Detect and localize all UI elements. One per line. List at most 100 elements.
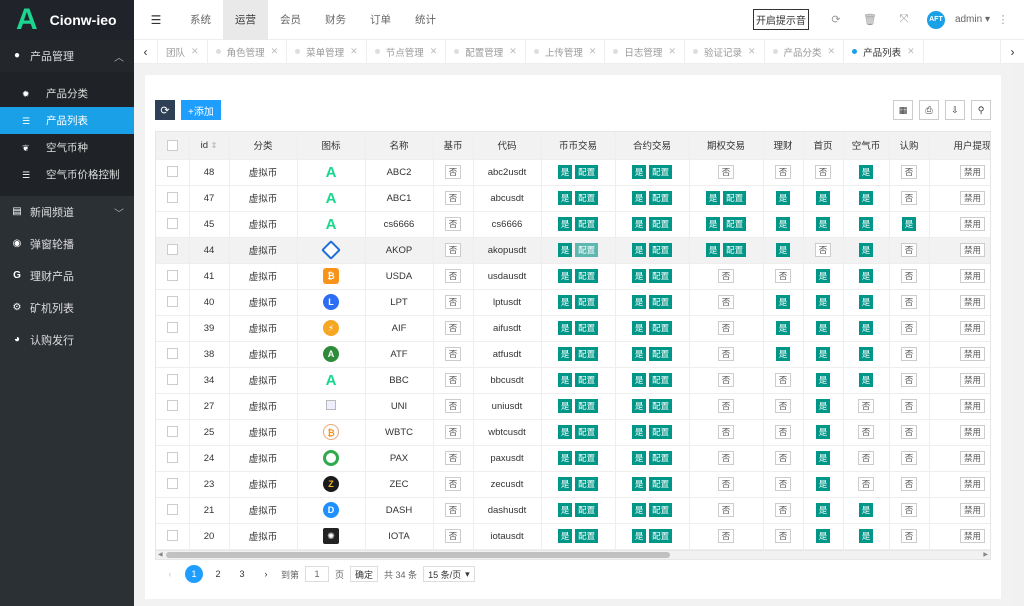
table-row[interactable]: 48 虚拟币 A ABC2 否 abc2usdt 是 配置是 配置否否否是否禁用 <box>156 159 990 186</box>
config-button[interactable]: 配置 <box>723 191 747 205</box>
table-row[interactable]: 20 虚拟币 ✺ IOTA 否 iotausdt 是 配置是 配置否否是是否禁用 <box>156 523 990 550</box>
no-toggle[interactable]: 否 <box>717 529 735 543</box>
yes-toggle[interactable]: 是 <box>631 269 647 283</box>
no-toggle[interactable]: 否 <box>774 165 792 179</box>
horizontal-scrollbar[interactable]: ◀ ▶ <box>156 550 990 559</box>
config-button[interactable]: 配置 <box>575 477 599 491</box>
yes-toggle[interactable]: 是 <box>631 451 647 465</box>
config-button[interactable]: 配置 <box>723 243 747 257</box>
search-icon[interactable]: ⚲ <box>971 100 991 120</box>
yes-toggle[interactable]: 是 <box>815 451 831 465</box>
config-button[interactable]: 配置 <box>649 165 673 179</box>
close-icon[interactable]: ✕ <box>828 46 836 57</box>
sidebar-subitem-air-coin[interactable]: ❦ 空气币种 <box>0 134 134 161</box>
no-toggle[interactable]: 否 <box>900 503 918 517</box>
yes-toggle[interactable]: 是 <box>858 347 874 361</box>
disable-button[interactable]: 禁用 <box>959 295 985 309</box>
config-button[interactable]: 配置 <box>575 217 599 231</box>
yes-toggle[interactable]: 是 <box>557 425 573 439</box>
no-toggle[interactable]: 否 <box>900 347 918 361</box>
row-checkbox[interactable] <box>156 211 190 238</box>
top-nav-stats[interactable]: 统计 <box>403 0 448 40</box>
disable-button[interactable]: 禁用 <box>959 191 985 205</box>
no-toggle[interactable]: 否 <box>717 269 735 283</box>
table-row[interactable]: 25 虚拟币 ₿ WBTC 否 wbtcusdt 是 配置是 配置否否是否否禁用 <box>156 419 990 446</box>
config-button[interactable]: 配置 <box>723 217 747 231</box>
scrollbar-thumb[interactable] <box>166 552 670 558</box>
no-toggle[interactable]: 否 <box>444 503 462 517</box>
yes-toggle[interactable]: 是 <box>557 295 573 309</box>
yes-toggle[interactable]: 是 <box>858 529 874 543</box>
tab-nodes[interactable]: 节点管理 ✕ <box>367 39 447 64</box>
no-toggle[interactable]: 否 <box>717 373 735 387</box>
table-row[interactable]: 39 虚拟币 ⚡ AIF 否 aifusdt 是 配置是 配置否是是是否禁用 <box>156 315 990 342</box>
table-row[interactable]: 45 虚拟币 Acs6666 否 cs6666 是 配置是 配置是 配置是是是是禁用 <box>156 211 990 238</box>
sidebar-item-news[interactable]: ▤ 新闻频道 ﹀ <box>0 196 134 228</box>
row-checkbox[interactable] <box>156 315 190 342</box>
no-toggle[interactable]: 否 <box>774 529 792 543</box>
yes-toggle[interactable]: 是 <box>705 217 721 231</box>
no-toggle[interactable]: 否 <box>900 399 918 413</box>
yes-toggle[interactable]: 是 <box>775 321 791 335</box>
yes-toggle[interactable]: 是 <box>557 529 573 543</box>
no-toggle[interactable]: 否 <box>717 477 735 491</box>
row-checkbox[interactable] <box>156 393 190 420</box>
yes-toggle[interactable]: 是 <box>557 165 573 179</box>
yes-toggle[interactable]: 是 <box>557 477 573 491</box>
per-page-select[interactable]: 15 条/页 ▾ <box>423 566 475 582</box>
yes-toggle[interactable]: 是 <box>557 451 573 465</box>
no-toggle[interactable]: 否 <box>444 191 462 205</box>
close-icon[interactable]: ✕ <box>907 46 915 57</box>
yes-toggle[interactable]: 是 <box>775 243 791 257</box>
row-checkbox[interactable] <box>156 445 190 472</box>
yes-toggle[interactable]: 是 <box>557 269 573 283</box>
yes-toggle[interactable]: 是 <box>815 529 831 543</box>
disable-button[interactable]: 禁用 <box>959 425 985 439</box>
menu-toggle-icon[interactable]: ☰ <box>134 0 178 40</box>
disable-button[interactable]: 禁用 <box>959 451 985 465</box>
no-toggle[interactable]: 否 <box>900 477 918 491</box>
no-toggle[interactable]: 否 <box>444 451 462 465</box>
no-toggle[interactable]: 否 <box>774 503 792 517</box>
config-button[interactable]: 配置 <box>649 425 673 439</box>
yes-toggle[interactable]: 是 <box>631 529 647 543</box>
table-row[interactable]: 27 虚拟币 UNI 否 uniusdt 是 配置是 配置否否是否否禁用 <box>156 393 990 420</box>
config-button[interactable]: 配置 <box>649 269 673 283</box>
yes-toggle[interactable]: 是 <box>858 503 874 517</box>
config-button[interactable]: 配置 <box>649 529 673 543</box>
config-button[interactable]: 配置 <box>575 321 599 335</box>
refresh-button[interactable]: ⟳ <box>155 100 175 120</box>
no-toggle[interactable]: 否 <box>857 451 875 465</box>
no-toggle[interactable]: 否 <box>900 269 918 283</box>
yes-toggle[interactable]: 是 <box>557 217 573 231</box>
tab-scroll-left-icon[interactable]: ‹ <box>134 39 158 64</box>
tab-config[interactable]: 配置管理 ✕ <box>446 39 526 64</box>
row-checkbox[interactable] <box>156 159 190 186</box>
close-icon[interactable]: ✕ <box>668 46 676 57</box>
close-icon[interactable]: ✕ <box>589 46 597 57</box>
sort-icon[interactable]: ⇕ <box>211 141 218 150</box>
yes-toggle[interactable]: 是 <box>705 191 721 205</box>
yes-toggle[interactable]: 是 <box>631 243 647 257</box>
yes-toggle[interactable]: 是 <box>775 217 791 231</box>
yes-toggle[interactable]: 是 <box>815 477 831 491</box>
no-toggle[interactable]: 否 <box>900 191 918 205</box>
row-checkbox[interactable] <box>156 341 190 368</box>
tab-product-category[interactable]: 产品分类 ✕ <box>765 39 845 64</box>
config-button[interactable]: 配置 <box>649 321 673 335</box>
sidebar-subitem-product-list[interactable]: ☰ 产品列表 <box>0 107 134 134</box>
config-button[interactable]: 配置 <box>575 165 599 179</box>
row-checkbox[interactable] <box>156 523 190 550</box>
page-3[interactable]: 3 <box>233 565 251 583</box>
yes-toggle[interactable]: 是 <box>858 269 874 283</box>
config-button[interactable]: 配置 <box>575 451 599 465</box>
top-nav-members[interactable]: 会员 <box>268 0 313 40</box>
no-toggle[interactable]: 否 <box>857 399 875 413</box>
yes-toggle[interactable]: 是 <box>631 399 647 413</box>
no-toggle[interactable]: 否 <box>717 451 735 465</box>
close-icon[interactable]: ✕ <box>509 46 517 57</box>
no-toggle[interactable]: 否 <box>900 451 918 465</box>
no-toggle[interactable]: 否 <box>444 269 462 283</box>
config-button[interactable]: 配置 <box>575 503 599 517</box>
yes-toggle[interactable]: 是 <box>858 373 874 387</box>
